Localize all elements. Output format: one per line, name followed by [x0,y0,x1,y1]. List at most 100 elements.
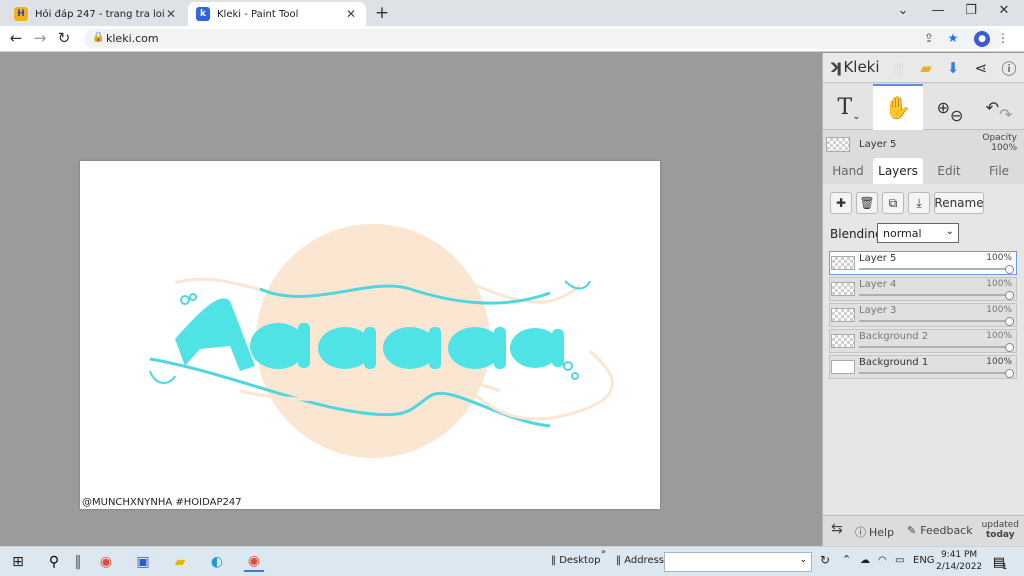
open-folder-icon[interactable]: ▰ [916,58,936,78]
slider-knob[interactable] [1005,291,1014,300]
duplicate-layer-icon[interactable]: ⧉ [882,192,904,214]
merge-down-icon[interactable]: ⤓ [908,192,930,214]
layer-thumbnail [831,308,855,322]
tab-kleki[interactable]: k Kleki - Paint Tool ✕ [188,2,366,26]
layer-opacity: 100% [986,279,1012,289]
current-layer-info: Layer 5 Opacity 100% [823,131,1024,161]
layer-name: Layer 5 [859,253,897,264]
layer-row-layer-3[interactable]: Layer 3 100% [829,303,1017,327]
desktop-label: Desktop [559,555,601,566]
bookmark-star-icon[interactable]: ★ [944,31,962,45]
layer-opacity-slider[interactable] [859,346,1012,348]
notifications-icon[interactable]: ▤ 1 [990,552,1010,572]
chrome-active-icon[interactable]: ◉ [244,552,264,572]
chevron-down-icon[interactable]: ⌄ [799,555,807,565]
current-layer-thumbnail [826,137,850,152]
layer-thumbnail [831,334,855,348]
wifi-icon[interactable]: ◠ [878,555,887,566]
slider-knob[interactable] [1005,343,1014,352]
layer-opacity-slider[interactable] [859,320,1012,322]
artwork [149,224,614,458]
desktop-toolbar[interactable]: ‖ Desktop [551,555,600,566]
close-icon[interactable]: ✕ [164,7,178,21]
current-layer-opacity: Opacity 100% [982,133,1017,153]
store-icon[interactable]: ▣ [133,552,153,572]
layer-row-layer-5[interactable]: Layer 5 100% [829,251,1017,275]
refresh-icon[interactable]: ↻ [820,553,830,567]
layer-row-background-2[interactable]: Background 2 100% [829,329,1017,353]
layer-row-layer-4[interactable]: Layer 4 100% [829,277,1017,301]
tab-edit[interactable]: Edit [927,158,971,184]
feedback-icon: ✎ [907,524,917,537]
new-image-icon[interactable]: ▯ [889,58,909,78]
address-bar[interactable]: 🔒 kleki.com ⇪ ★ ● ⋮ [84,29,1009,49]
chevron-right-icon[interactable]: » [601,547,606,556]
feedback-label: Feedback [920,524,973,537]
feedback-button[interactable]: ✎ Feedback [907,524,973,537]
share-icon[interactable]: ⋖ [971,58,991,78]
reload-icon[interactable]: ↻ [54,29,74,47]
text-tool-icon[interactable]: T ⌄ [827,84,871,130]
back-arrow-icon[interactable]: ← [6,29,26,47]
canvas-workspace[interactable]: @MUNCHXNYNHA #HOIDAP247 [0,53,822,546]
forward-arrow-icon[interactable]: → [30,29,50,47]
help-button[interactable]: ⓘ Help [855,524,894,540]
blending-select[interactable]: normal ⌄ [877,223,959,243]
slider-knob[interactable] [1005,265,1014,274]
undo-redo-icon[interactable]: ↶ ↷ [977,84,1021,130]
tool-row: T ⌄ ✋ ⊕ ⊖ ↶ ↷ [823,84,1024,130]
add-layer-icon[interactable]: ✚ [830,192,852,214]
panel-header: ʞ Kleki ▯ ▰ ⬇ ⋖ ⓘ [823,53,1024,83]
download-icon[interactable]: ⬇ [943,58,963,78]
swap-side-icon[interactable]: ⇆ [831,521,843,537]
tab-hoidap[interactable]: H Hỏi đáp 247 - trang tra loi ✕ [6,2,186,26]
layer-thumbnail [831,282,855,296]
layer-name: Background 2 [859,331,929,342]
tray-chevron-up-icon[interactable]: ⌃ [842,553,851,566]
layer-opacity-slider[interactable] [859,268,1012,270]
windows-taskbar: ⊞ ⚲ ‖ ◉ ▣ ▰ ◐ ◉ ‖ Desktop » ‖ Address ⌄ … [0,546,1024,576]
minimize-icon[interactable]: — [925,3,951,18]
tab-search-chevron-icon[interactable]: ⌄ [890,3,916,18]
tab-hand[interactable]: Hand [827,158,869,184]
tab-file[interactable]: File [977,158,1021,184]
new-tab-plus-icon[interactable]: + [372,3,392,23]
battery-icon[interactable]: ▭ [895,555,904,566]
zoom-icon[interactable]: ⊕ ⊖ [927,84,973,130]
window-close-icon[interactable]: ✕ [991,3,1017,18]
hand-tool-icon[interactable]: ✋ [873,84,923,130]
restore-icon[interactable]: ❐ [958,3,984,18]
layer-opacity-slider[interactable] [859,372,1012,374]
help-label: Help [869,525,895,539]
share-icon[interactable]: ⇪ [920,31,938,45]
file-explorer-icon[interactable]: ▰ [170,552,190,572]
network-icon[interactable]: ☁ [860,555,870,566]
slider-knob[interactable] [1005,369,1014,378]
kleki-side-panel: ʞ Kleki ▯ ▰ ⬇ ⋖ ⓘ T ⌄ ✋ ⊕ ⊖ ↶ ↷ Layer 5 Opa… [822,53,1024,546]
language-indicator[interactable]: ENG [913,555,935,566]
help-icon[interactable]: ⓘ [999,58,1019,78]
close-icon[interactable]: ✕ [344,7,358,21]
layer-row-background-1[interactable]: Background 1 100% [829,355,1017,379]
delete-layer-icon[interactable]: 🗑 [856,192,878,214]
windows-start-icon[interactable]: ⊞ [8,552,28,572]
slider-knob[interactable] [1005,317,1014,326]
menu-dots-icon[interactable]: ⋮ [994,31,1012,45]
updated-badge[interactable]: updated today [982,520,1019,540]
rename-button[interactable]: Rename [934,192,984,214]
divider-icon: ‖ [551,555,560,566]
layer-name: Layer 4 [859,279,897,290]
layer-thumbnail [831,360,855,374]
chrome-icon[interactable]: ◉ [96,552,116,572]
clock[interactable]: 9:41 PM 2/14/2022 [936,549,982,573]
edge-icon[interactable]: ◐ [207,552,227,572]
taskbar-address-input[interactable]: ⌄ [664,552,812,572]
search-icon[interactable]: ⚲ [44,552,64,572]
opacity-value: 100% [991,143,1017,153]
drawing-canvas[interactable]: @MUNCHXNYNHA #HOIDAP247 [80,161,660,509]
layer-opacity: 100% [986,331,1012,341]
kleki-favicon-icon: k [196,7,210,21]
layer-opacity-slider[interactable] [859,294,1012,296]
tab-layers[interactable]: Layers [873,158,923,184]
profile-avatar-icon[interactable]: ● [974,31,992,47]
